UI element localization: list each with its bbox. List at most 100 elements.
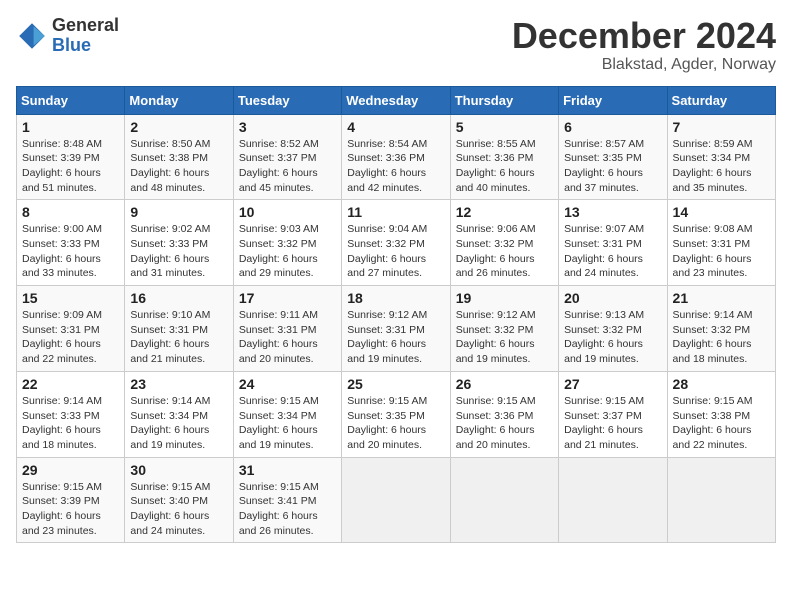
day-number: 16 — [130, 290, 227, 306]
day-number: 30 — [130, 462, 227, 478]
day-number: 31 — [239, 462, 336, 478]
calendar-cell: 4Sunrise: 8:54 AMSunset: 3:36 PMDaylight… — [342, 114, 450, 200]
col-header-monday: Monday — [125, 86, 233, 114]
calendar-cell: 1 Sunrise: 8:48 AMSunset: 3:39 PMDaylight… — [17, 114, 125, 200]
day-number: 2 — [130, 119, 227, 135]
logo-blue-text: Blue — [52, 35, 91, 55]
day-info: Sunrise: 9:03 AMSunset: 3:32 PMDaylight:… — [239, 222, 336, 281]
day-number: 18 — [347, 290, 444, 306]
calendar-cell: 15Sunrise: 9:09 AMSunset: 3:31 PMDayligh… — [17, 286, 125, 372]
day-number: 15 — [22, 290, 119, 306]
day-info: Sunrise: 9:11 AMSunset: 3:31 PMDaylight:… — [239, 308, 336, 367]
day-info: Sunrise: 8:52 AMSunset: 3:37 PMDaylight:… — [239, 137, 336, 196]
col-header-sunday: Sunday — [17, 86, 125, 114]
calendar-cell: 9Sunrise: 9:02 AMSunset: 3:33 PMDaylight… — [125, 200, 233, 286]
day-info: Sunrise: 9:14 AMSunset: 3:34 PMDaylight:… — [130, 394, 227, 453]
calendar-cell: 25 Sunrise: 9:15 AMSunset: 3:35 PMDayligh… — [342, 371, 450, 457]
calendar-cell — [667, 457, 775, 543]
day-number: 5 — [456, 119, 553, 135]
day-number: 9 — [130, 204, 227, 220]
calendar-cell: 24 Sunrise: 9:15 AMSunset: 3:34 PMDayligh… — [233, 371, 341, 457]
calendar-week-row: 15Sunrise: 9:09 AMSunset: 3:31 PMDayligh… — [17, 286, 776, 372]
day-info: Sunrise: 9:15 AMSunset: 3:38 PMDaylight:… — [673, 394, 770, 453]
day-number: 25 — [347, 376, 444, 392]
calendar-cell — [450, 457, 558, 543]
calendar-cell: 27Sunrise: 9:15 AMSunset: 3:37 PMDayligh… — [559, 371, 667, 457]
day-info: Sunrise: 8:54 AMSunset: 3:36 PMDaylight:… — [347, 137, 444, 196]
calendar-cell: 3 Sunrise: 8:52 AMSunset: 3:37 PMDaylight… — [233, 114, 341, 200]
calendar-week-row: 29 Sunrise: 9:15 AMSunset: 3:39 PMDayligh… — [17, 457, 776, 543]
title-block: December 2024 Blakstad, Agder, Norway — [512, 16, 776, 74]
calendar-cell — [559, 457, 667, 543]
day-number: 21 — [673, 290, 770, 306]
day-number: 7 — [673, 119, 770, 135]
day-number: 20 — [564, 290, 661, 306]
day-info: Sunrise: 9:08 AMSunset: 3:31 PMDaylight:… — [673, 222, 770, 281]
day-number: 14 — [673, 204, 770, 220]
day-info: Sunrise: 9:10 AMSunset: 3:31 PMDaylight:… — [130, 308, 227, 367]
col-header-wednesday: Wednesday — [342, 86, 450, 114]
col-header-friday: Friday — [559, 86, 667, 114]
day-info: Sunrise: 9:15 AMSunset: 3:36 PMDaylight:… — [456, 394, 553, 453]
day-number: 27 — [564, 376, 661, 392]
calendar-cell — [342, 457, 450, 543]
day-info: Sunrise: 9:15 AMSunset: 3:40 PMDaylight:… — [130, 480, 227, 539]
calendar-cell: 18 Sunrise: 9:12 AMSunset: 3:31 PMDayligh… — [342, 286, 450, 372]
day-number: 10 — [239, 204, 336, 220]
day-info: Sunrise: 9:04 AMSunset: 3:32 PMDaylight:… — [347, 222, 444, 281]
day-info: Sunrise: 9:12 AMSunset: 3:31 PMDaylight:… — [347, 308, 444, 367]
location-text: Blakstad, Agder, Norway — [512, 56, 776, 74]
calendar-cell: 7 Sunrise: 8:59 AMSunset: 3:34 PMDaylight… — [667, 114, 775, 200]
day-info: Sunrise: 8:48 AMSunset: 3:39 PMDaylight:… — [22, 137, 119, 196]
calendar-cell: 31 Sunrise: 9:15 AMSunset: 3:41 PMDayligh… — [233, 457, 341, 543]
calendar-cell: 12 Sunrise: 9:06 AMSunset: 3:32 PMDayligh… — [450, 200, 558, 286]
day-number: 12 — [456, 204, 553, 220]
day-number: 29 — [22, 462, 119, 478]
col-header-tuesday: Tuesday — [233, 86, 341, 114]
day-number: 6 — [564, 119, 661, 135]
day-info: Sunrise: 9:14 AMSunset: 3:33 PMDaylight:… — [22, 394, 119, 453]
page-header: General Blue December 2024 Blakstad, Agd… — [16, 16, 776, 74]
day-info: Sunrise: 9:15 AMSunset: 3:41 PMDaylight:… — [239, 480, 336, 539]
calendar-cell: 14 Sunrise: 9:08 AMSunset: 3:31 PMDayligh… — [667, 200, 775, 286]
calendar-week-row: 1 Sunrise: 8:48 AMSunset: 3:39 PMDaylight… — [17, 114, 776, 200]
day-number: 23 — [130, 376, 227, 392]
calendar-cell: 20 Sunrise: 9:13 AMSunset: 3:32 PMDayligh… — [559, 286, 667, 372]
day-number: 1 — [22, 119, 119, 135]
day-info: Sunrise: 9:15 AMSunset: 3:35 PMDaylight:… — [347, 394, 444, 453]
day-number: 13 — [564, 204, 661, 220]
day-info: Sunrise: 9:12 AMSunset: 3:32 PMDaylight:… — [456, 308, 553, 367]
day-info: Sunrise: 9:07 AMSunset: 3:31 PMDaylight:… — [564, 222, 661, 281]
day-number: 19 — [456, 290, 553, 306]
calendar-header-row: SundayMondayTuesdayWednesdayThursdayFrid… — [17, 86, 776, 114]
calendar-cell: 30 Sunrise: 9:15 AMSunset: 3:40 PMDayligh… — [125, 457, 233, 543]
calendar-cell: 11Sunrise: 9:04 AMSunset: 3:32 PMDayligh… — [342, 200, 450, 286]
day-info: Sunrise: 9:14 AMSunset: 3:32 PMDaylight:… — [673, 308, 770, 367]
day-info: Sunrise: 9:06 AMSunset: 3:32 PMDaylight:… — [456, 222, 553, 281]
day-info: Sunrise: 9:13 AMSunset: 3:32 PMDaylight:… — [564, 308, 661, 367]
day-number: 24 — [239, 376, 336, 392]
day-number: 17 — [239, 290, 336, 306]
calendar-cell: 6Sunrise: 8:57 AMSunset: 3:35 PMDaylight… — [559, 114, 667, 200]
day-number: 22 — [22, 376, 119, 392]
calendar-week-row: 8Sunrise: 9:00 AMSunset: 3:33 PMDaylight… — [17, 200, 776, 286]
calendar-cell: 16 Sunrise: 9:10 AMSunset: 3:31 PMDayligh… — [125, 286, 233, 372]
calendar-cell: 29 Sunrise: 9:15 AMSunset: 3:39 PMDayligh… — [17, 457, 125, 543]
calendar-cell: 21 Sunrise: 9:14 AMSunset: 3:32 PMDayligh… — [667, 286, 775, 372]
calendar-week-row: 22 Sunrise: 9:14 AMSunset: 3:33 PMDayligh… — [17, 371, 776, 457]
day-info: Sunrise: 8:59 AMSunset: 3:34 PMDaylight:… — [673, 137, 770, 196]
day-info: Sunrise: 8:55 AMSunset: 3:36 PMDaylight:… — [456, 137, 553, 196]
day-info: Sunrise: 9:15 AMSunset: 3:34 PMDaylight:… — [239, 394, 336, 453]
calendar-cell: 22 Sunrise: 9:14 AMSunset: 3:33 PMDayligh… — [17, 371, 125, 457]
day-info: Sunrise: 8:50 AMSunset: 3:38 PMDaylight:… — [130, 137, 227, 196]
calendar-cell: 19 Sunrise: 9:12 AMSunset: 3:32 PMDayligh… — [450, 286, 558, 372]
calendar-cell: 26 Sunrise: 9:15 AMSunset: 3:36 PMDayligh… — [450, 371, 558, 457]
calendar-body: 1 Sunrise: 8:48 AMSunset: 3:39 PMDaylight… — [17, 114, 776, 543]
day-number: 3 — [239, 119, 336, 135]
calendar-cell: 23 Sunrise: 9:14 AMSunset: 3:34 PMDayligh… — [125, 371, 233, 457]
day-number: 26 — [456, 376, 553, 392]
logo-general-text: General — [52, 15, 119, 35]
month-title: December 2024 — [512, 16, 776, 56]
day-info: Sunrise: 9:15 AMSunset: 3:39 PMDaylight:… — [22, 480, 119, 539]
calendar-table: SundayMondayTuesdayWednesdayThursdayFrid… — [16, 86, 776, 544]
